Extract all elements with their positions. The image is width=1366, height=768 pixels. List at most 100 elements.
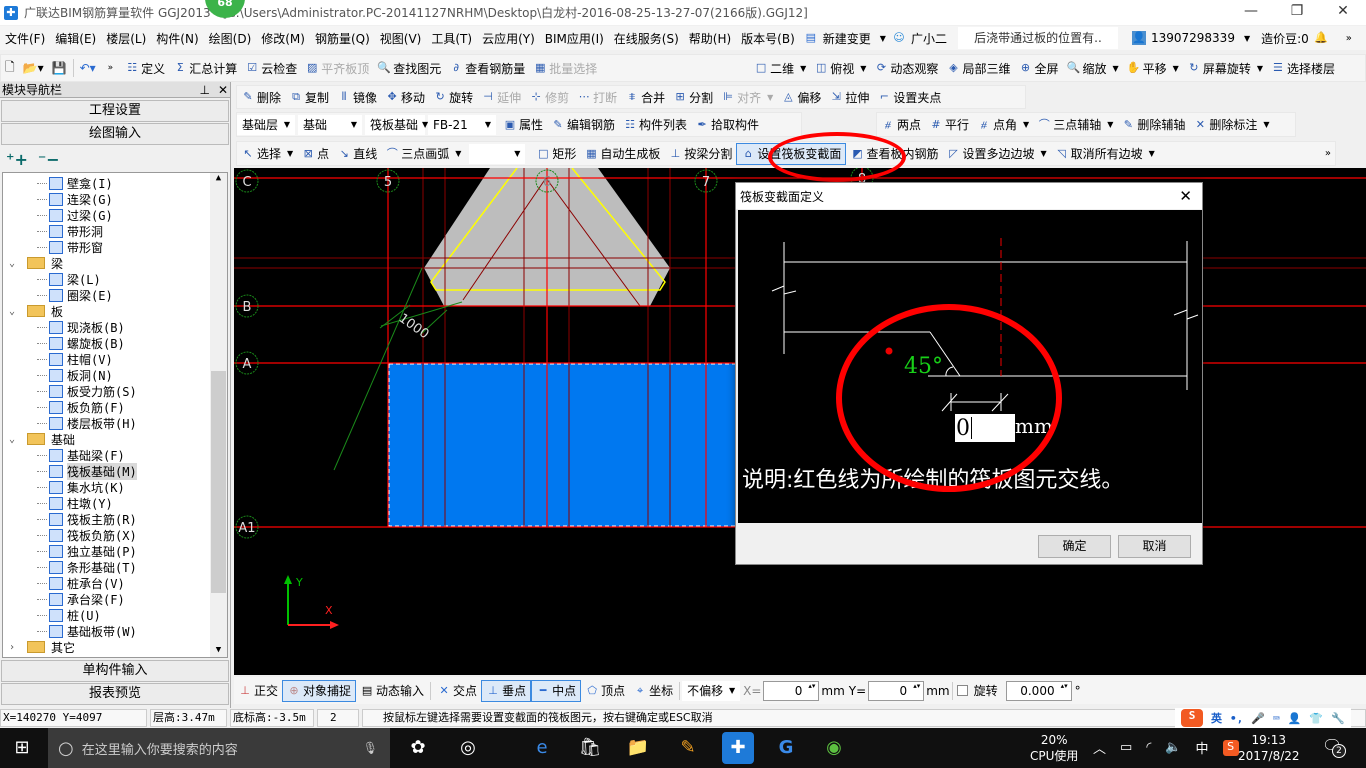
tool-button[interactable]: ⩨ 合并 xyxy=(621,86,669,108)
assistant-button[interactable]: 广小二 xyxy=(906,30,952,47)
tool-button[interactable]: ⌒ 三点辅轴 ▼ xyxy=(1033,114,1117,136)
volume-icon[interactable]: 🔈 xyxy=(1165,740,1181,755)
ime-indicator[interactable]: 中 xyxy=(1196,738,1209,757)
tool-button[interactable]: ▦ 批量选择 xyxy=(529,57,601,79)
tool-button[interactable]: ⊕ 全屏 xyxy=(1014,57,1062,79)
g-app-icon[interactable]: G xyxy=(770,732,802,764)
chevron-down-icon[interactable]: ⌄ xyxy=(9,258,21,269)
tool-button[interactable]: ✒ 拾取构件 xyxy=(691,114,763,136)
tool-button[interactable]: ⊞ 分割 xyxy=(669,86,717,108)
store-icon[interactable]: 🛍 xyxy=(574,732,606,764)
mic-icon[interactable]: 🎤 xyxy=(1251,712,1265,725)
menu-item[interactable]: 修改(M) xyxy=(256,30,310,47)
tool-button[interactable]: ⧉ 复制 xyxy=(285,86,333,108)
account-menu[interactable]: 13907298339 xyxy=(1146,31,1240,45)
menu-item[interactable]: 文件(F) xyxy=(0,30,50,47)
sogou-icon[interactable]: S xyxy=(1181,709,1203,727)
dropdown-caret[interactable]: ▼ xyxy=(1040,149,1046,158)
object-snap-toggle[interactable]: ⊕ 对象捕捉 xyxy=(282,679,357,702)
tool-button[interactable]: ⋯ 打断 xyxy=(573,86,621,108)
tree-item[interactable]: 筏板负筋(X) xyxy=(37,527,137,543)
keyboard-icon[interactable]: ⌨ xyxy=(1273,712,1280,725)
menu-item[interactable]: 云应用(Y) xyxy=(477,30,540,47)
notes-app-icon[interactable]: ✎ xyxy=(672,732,704,764)
tool-button[interactable]: ▨ 平齐板顶 xyxy=(301,57,373,79)
minimize-button[interactable]: — xyxy=(1228,0,1274,24)
tool-button[interactable]: 🔍 缩放 ▼ xyxy=(1062,57,1122,79)
tool-button[interactable]: ⊥ 按梁分割 xyxy=(664,143,736,165)
dropdown-caret[interactable]: ▼ xyxy=(1257,64,1263,73)
tool-button[interactable]: # 平行 xyxy=(925,114,973,136)
tool-button[interactable]: ⊹ 修剪 xyxy=(525,86,573,108)
tree-item[interactable]: 螺旋板(B) xyxy=(37,335,125,351)
rotate-input[interactable]: 0.000 xyxy=(1005,680,1072,701)
tool-button[interactable]: Σ 汇总计算 xyxy=(169,57,241,79)
tool-button[interactable]: ✎ 删除辅轴 xyxy=(1117,114,1189,136)
dialog-close-button[interactable]: ✕ xyxy=(1179,187,1192,205)
chevron-right-icon[interactable]: › xyxy=(9,642,21,653)
bell-icon[interactable]: 🔔 xyxy=(1314,31,1328,45)
tool-button[interactable]: ✋ 平移 ▼ xyxy=(1123,57,1183,79)
tree-item[interactable]: 条形基础(T) xyxy=(37,559,137,575)
tool-button[interactable]: ⫴ 镜像 xyxy=(333,86,381,108)
tool-button[interactable]: □ 二维 ▼ xyxy=(750,57,810,79)
arc-mode-select[interactable]: ▼ xyxy=(469,143,526,164)
tree-item[interactable]: 带形洞 xyxy=(37,223,103,239)
tree-item[interactable]: 现浇板(B) xyxy=(37,319,125,335)
dropdown-caret[interactable]: ▼ xyxy=(455,149,461,158)
chevron-down-icon[interactable]: ⌄ xyxy=(9,306,21,317)
tool-button[interactable]: ⌂ 设置筏板变截面 xyxy=(736,142,847,165)
tree-item[interactable]: 壁龛(I) xyxy=(37,175,113,191)
tool-button[interactable]: ↖ 选择 ▼ xyxy=(237,143,297,165)
tool-button[interactable]: ⊠ 点 xyxy=(297,143,333,165)
tree-folder[interactable]: ⌄ 基础 xyxy=(9,431,75,447)
floor-select[interactable]: 基础层 ▼ xyxy=(237,114,295,135)
perpendicular-snap[interactable]: ⊥ 垂点 xyxy=(481,679,532,702)
glodon-app-icon[interactable]: ✚ xyxy=(722,732,754,764)
tool-button[interactable]: ✎ 编辑钢筋 xyxy=(547,114,619,136)
tool-button[interactable]: ◈ 局部三维 xyxy=(942,57,1014,79)
menu-item[interactable]: 版本号(B) xyxy=(736,30,800,47)
tool-button[interactable]: ⌒ 三点画弧 ▼ ▼ xyxy=(381,143,532,165)
undo-icon[interactable]: ↶▾ xyxy=(76,57,100,79)
tree-item[interactable]: 连梁(G) xyxy=(37,191,113,207)
dropdown-caret[interactable]: ▼ xyxy=(1112,64,1118,73)
notice-ticker[interactable]: 后浇带通过板的位置有.. xyxy=(957,27,1118,49)
menu-item[interactable]: 帮助(H) xyxy=(684,30,736,47)
expand-all-icon[interactable]: ⁺+ xyxy=(6,150,28,169)
tree-item[interactable]: 过梁(G) xyxy=(37,207,113,223)
tool-button[interactable]: ☰ 选择楼层 xyxy=(1267,57,1339,79)
tree-item[interactable]: 集水坑(K) xyxy=(37,479,125,495)
clock[interactable]: 19:13 2017/8/22 xyxy=(1238,732,1300,764)
pin-icon[interactable]: ⊥ xyxy=(199,83,209,97)
close-button[interactable]: ✕ xyxy=(1320,0,1366,24)
tree-item[interactable]: 楼层板带(H) xyxy=(37,415,137,431)
tree-item[interactable]: 承台梁(F) xyxy=(37,591,125,607)
tree-item[interactable]: 圈梁(E) xyxy=(37,287,113,303)
dropdown-caret[interactable]: ▼ xyxy=(287,149,293,158)
tree-item[interactable]: 柱帽(V) xyxy=(37,351,113,367)
mic-search-icon[interactable]: 🎙 xyxy=(363,741,378,755)
tool-button[interactable]: ☷ 定义 xyxy=(121,57,169,79)
dropdown-caret[interactable]: ▼ xyxy=(800,64,806,73)
dropdown-caret[interactable]: ▼ xyxy=(1149,149,1155,158)
dynamic-input-toggle[interactable]: ▤ 动态输入 xyxy=(356,680,428,702)
tree-item[interactable]: 独立基础(P) xyxy=(37,543,137,559)
taskbar-search[interactable]: ○ 在这里输入你要搜索的内容 🎙 xyxy=(48,728,390,768)
offset-select[interactable]: 不偏移 ▼ xyxy=(682,680,741,701)
tree-scrollbar[interactable]: ▲ ▼ xyxy=(210,173,227,657)
start-button[interactable]: ⊞ xyxy=(6,732,38,764)
tree-folder[interactable]: ⌄ 梁 xyxy=(9,255,63,271)
width-input[interactable]: 0 xyxy=(955,414,1015,442)
new-file-icon[interactable]: 🗋 xyxy=(1,57,19,79)
tray-expand-icon[interactable]: ︿ xyxy=(1093,738,1106,757)
tree-item[interactable]: 筏板主筋(R) xyxy=(37,511,137,527)
restore-button[interactable]: ❐ xyxy=(1274,0,1320,24)
dropdown-caret[interactable]: ▼ xyxy=(860,64,866,73)
ortho-toggle[interactable]: ⊥ 正交 xyxy=(234,680,282,702)
battery-icon[interactable]: ▭ xyxy=(1120,740,1132,755)
tool-button[interactable]: ⧣ 两点 xyxy=(877,114,925,136)
tool-button[interactable]: ⧣ 点角 ▼ xyxy=(973,114,1033,136)
skin-icon[interactable]: 👕 xyxy=(1309,712,1323,725)
dropdown-caret[interactable]: ▼ xyxy=(1023,120,1029,129)
